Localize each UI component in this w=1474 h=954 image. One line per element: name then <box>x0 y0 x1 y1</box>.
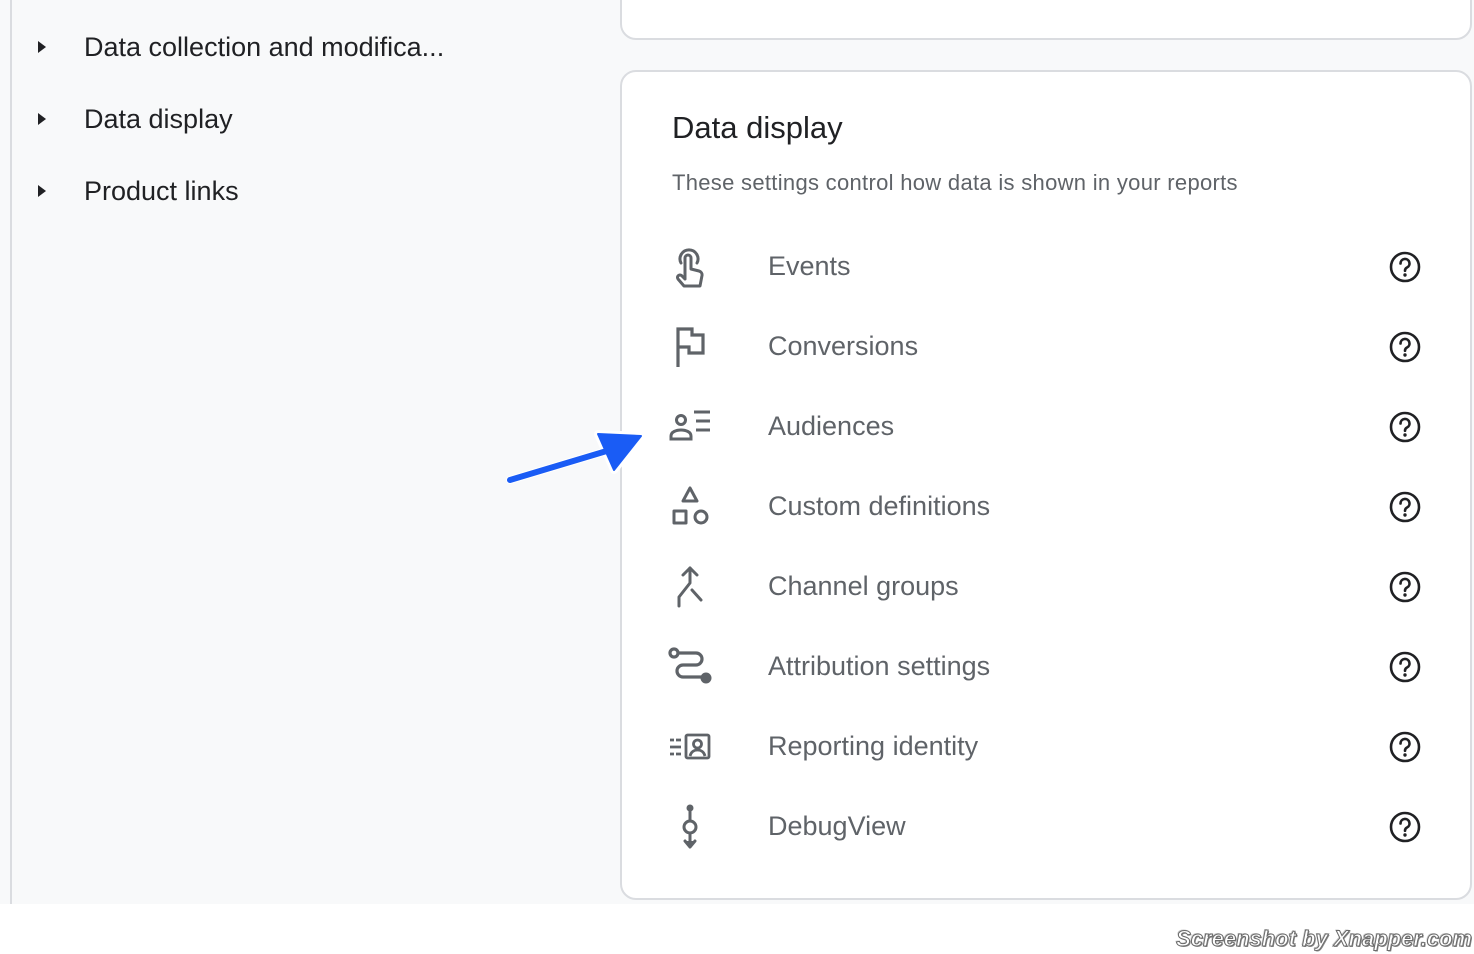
settings-row-channel-groups[interactable]: Channel groups <box>652 552 1442 622</box>
app-area: Data collection and modifica... Data dis… <box>0 0 1474 904</box>
watermark-text: Screenshot by Xnapper.com <box>1176 926 1473 952</box>
caret-right-icon <box>30 107 54 131</box>
help-icon[interactable] <box>1388 810 1422 844</box>
debug-timeline-icon <box>666 803 714 851</box>
help-icon[interactable] <box>1388 410 1422 444</box>
caret-right-icon <box>30 35 54 59</box>
caret-right-icon <box>30 179 54 203</box>
row-label: Custom definitions <box>768 491 991 521</box>
merge-icon <box>666 563 714 611</box>
settings-row-attribution-settings[interactable]: Attribution settings <box>652 632 1442 702</box>
sidebar-item-product-links[interactable]: Product links <box>30 167 239 215</box>
sidebar-item-label: Data display <box>84 103 233 134</box>
data-display-card: Data display These settings control how … <box>620 70 1472 900</box>
sidebar-divider <box>10 0 12 904</box>
settings-row-conversions[interactable]: Conversions <box>652 312 1442 382</box>
card-subtitle: These settings control how data is shown… <box>672 170 1238 195</box>
previous-settings-card <box>620 0 1472 40</box>
help-icon[interactable] <box>1388 250 1422 284</box>
row-label: Channel groups <box>768 571 959 601</box>
settings-row-debugview[interactable]: DebugView <box>652 792 1442 862</box>
card-title: Data display <box>672 110 843 145</box>
annotation-arrow-icon <box>498 420 658 500</box>
help-icon[interactable] <box>1388 650 1422 684</box>
row-label: Conversions <box>768 331 919 361</box>
row-label: Audiences <box>768 411 895 441</box>
help-icon[interactable] <box>1388 330 1422 364</box>
sidebar-item-label: Product links <box>84 175 239 206</box>
audience-list-icon <box>666 403 714 451</box>
row-label: Events <box>768 251 851 281</box>
sidebar-item-data-collection[interactable]: Data collection and modifica... <box>30 23 444 71</box>
row-label: Attribution settings <box>768 651 991 681</box>
row-label: DebugView <box>768 811 906 841</box>
settings-row-events[interactable]: Events <box>652 232 1442 302</box>
help-icon[interactable] <box>1388 730 1422 764</box>
help-icon[interactable] <box>1388 570 1422 604</box>
row-label: Reporting identity <box>768 731 979 761</box>
settings-row-reporting-identity[interactable]: Reporting identity <box>652 712 1442 782</box>
sidebar-item-data-display[interactable]: Data display <box>30 95 233 143</box>
touch-icon <box>666 243 714 291</box>
reporting-identity-icon <box>666 723 714 771</box>
help-icon[interactable] <box>1388 490 1422 524</box>
settings-row-custom-definitions[interactable]: Custom definitions <box>652 472 1442 542</box>
shapes-icon <box>666 483 714 531</box>
flag-icon <box>666 323 714 371</box>
settings-row-audiences[interactable]: Audiences <box>652 392 1442 462</box>
sidebar-item-label: Data collection and modifica... <box>84 31 445 62</box>
route-icon <box>666 643 714 691</box>
